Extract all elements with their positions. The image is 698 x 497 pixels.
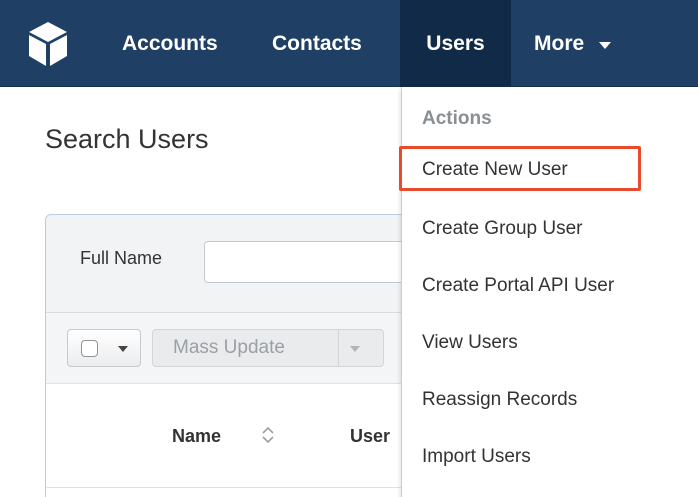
- nav-accounts-label: Accounts: [122, 31, 218, 55]
- top-navbar: Accounts Contacts Users More: [0, 0, 698, 87]
- users-dropdown-menu: Actions Create New User Create Group Use…: [401, 87, 698, 497]
- nav-more[interactable]: More: [534, 0, 612, 87]
- full-name-label: Full Name: [80, 248, 163, 268]
- menu-item-create-new-user[interactable]: Create New User: [422, 159, 568, 181]
- column-header-user[interactable]: User: [350, 426, 390, 447]
- dropdown-header-actions: Actions: [422, 108, 492, 129]
- cube-logo-icon[interactable]: [22, 18, 74, 70]
- search-panel: Full Name Mass Update Name User: [45, 214, 445, 497]
- nav-more-label: More: [534, 31, 585, 55]
- mass-update-button[interactable]: Mass Update: [152, 329, 384, 367]
- filter-row: Full Name: [46, 215, 444, 313]
- chevron-down-icon: [350, 346, 360, 352]
- nav-users-label: Users: [426, 31, 485, 55]
- select-all-checkbox[interactable]: [81, 340, 98, 357]
- table-header-row: Name User: [46, 384, 444, 488]
- select-all-dropdown[interactable]: [67, 329, 141, 367]
- menu-item-reassign-records[interactable]: Reassign Records: [422, 389, 577, 411]
- page: Accounts Contacts Users More Search User…: [0, 0, 698, 497]
- mass-update-label: Mass Update: [173, 337, 285, 358]
- nav-users[interactable]: Users: [400, 0, 511, 87]
- sort-icon[interactable]: [260, 424, 276, 446]
- menu-item-view-users[interactable]: View Users: [422, 332, 518, 354]
- menu-item-create-portal-api-user[interactable]: Create Portal API User: [422, 275, 614, 297]
- chevron-down-icon: [118, 346, 128, 352]
- column-header-name[interactable]: Name: [172, 426, 221, 447]
- button-divider: [338, 330, 339, 366]
- list-toolbar: Mass Update: [46, 313, 444, 384]
- chevron-down-icon: [599, 41, 612, 49]
- nav-accounts[interactable]: Accounts: [122, 0, 218, 87]
- nav-contacts[interactable]: Contacts: [272, 0, 362, 87]
- menu-item-import-users[interactable]: Import Users: [422, 446, 531, 468]
- page-title: Search Users: [45, 124, 209, 154]
- nav-contacts-label: Contacts: [272, 31, 362, 55]
- menu-item-create-group-user[interactable]: Create Group User: [422, 218, 583, 240]
